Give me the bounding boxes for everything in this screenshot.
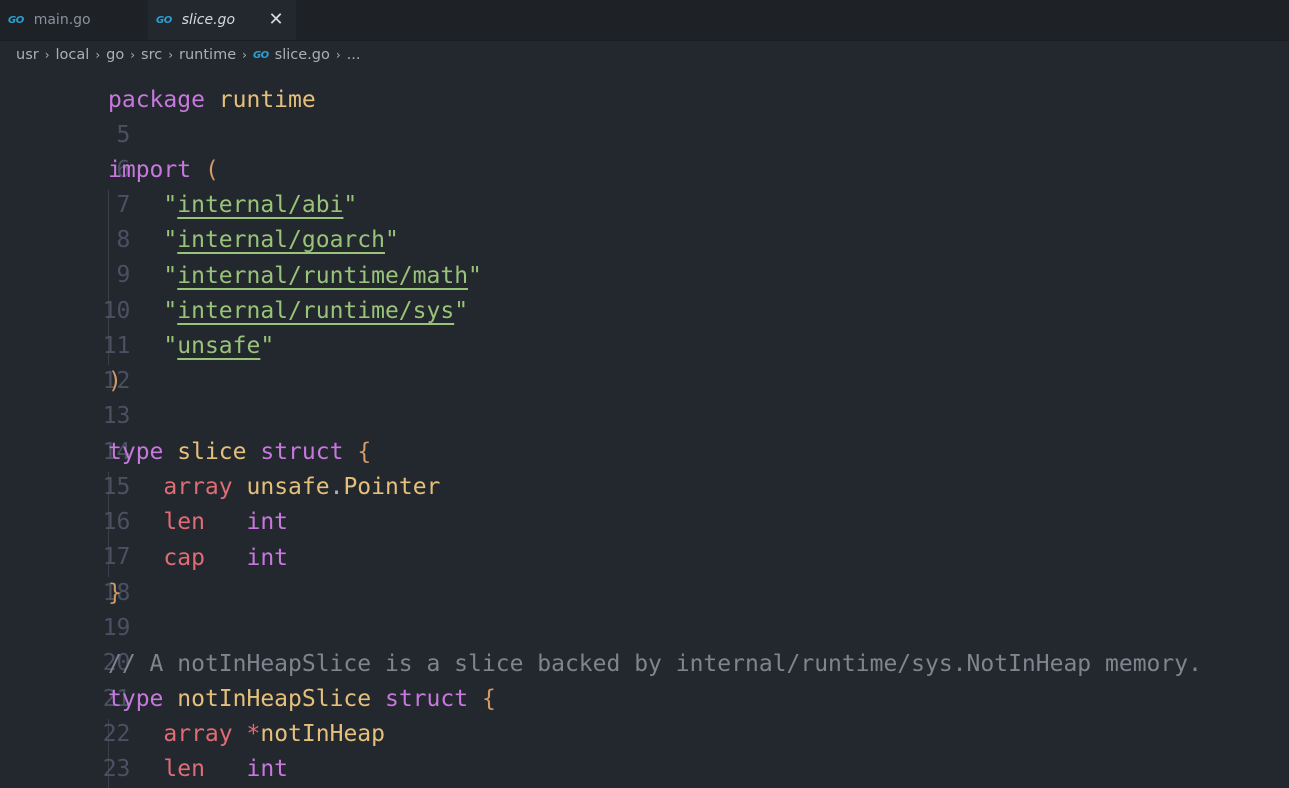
breadcrumb-item-file[interactable]: slice.go	[275, 47, 330, 63]
type-ref[interactable]: notInHeap	[260, 721, 385, 747]
code-line: 22 type notInHeapSlice struct {	[0, 682, 1289, 747]
code-line: 10 "internal/runtime/math"	[0, 259, 1289, 324]
field-name: len	[163, 509, 205, 535]
import-path[interactable]: internal/goarch	[177, 227, 385, 253]
code-line: 8 "internal/abi"	[0, 188, 1289, 253]
go-file-icon: GO	[8, 14, 24, 26]
type-ref[interactable]: Pointer	[343, 474, 440, 500]
chevron-right-icon: ›	[44, 48, 50, 62]
chevron-right-icon: ›	[130, 48, 136, 62]
code-line: 17 len int	[0, 505, 1289, 570]
tab-slice-go[interactable]: GO slice.go ✕	[148, 0, 296, 40]
keyword: type	[108, 439, 164, 465]
code-line: 18 cap int	[0, 541, 1289, 606]
paren: (	[204, 157, 219, 183]
code-line: 24 len int	[0, 752, 1289, 787]
tab-bar: GO main.go GO slice.go ✕	[0, 0, 1289, 41]
keyword: package	[108, 87, 205, 113]
code-line: 7 import (	[0, 153, 1289, 218]
field-name: cap	[163, 545, 205, 571]
chevron-right-icon: ›	[335, 48, 341, 62]
chevron-right-icon: ›	[242, 48, 247, 62]
import-path[interactable]: unsafe	[177, 333, 260, 359]
keyword: struct	[260, 439, 344, 465]
tab-label: main.go	[33, 12, 91, 28]
breadcrumb-item-go[interactable]: go	[106, 47, 124, 63]
code-line: 16 array unsafe.Pointer	[0, 470, 1289, 535]
breadcrumb-item-usr[interactable]: usr	[16, 47, 39, 63]
code-line: 9 "internal/goarch"	[0, 223, 1289, 288]
code-line: 12 "unsafe"	[0, 329, 1289, 394]
keyword: struct	[384, 686, 469, 712]
breadcrumb-item-runtime[interactable]: runtime	[179, 47, 236, 63]
code-line: 21 // A notInHeapSlice is a slice backed…	[0, 647, 1289, 712]
code-line: 5 package runtime	[0, 83, 1289, 148]
code-editor[interactable]: 5 package runtime 6 7 import ( 8 "intern…	[0, 69, 1289, 788]
package-ref[interactable]: unsafe	[247, 474, 330, 500]
paren: )	[108, 368, 122, 394]
field-name: array	[163, 474, 233, 500]
breadcrumb: usr › local › go › src › runtime › GO sl…	[0, 41, 1289, 69]
code-line: 20	[0, 611, 1289, 676]
breadcrumb-item-src[interactable]: src	[141, 47, 162, 63]
code-line: 11 "internal/runtime/sys"	[0, 294, 1289, 359]
tab-main-go[interactable]: GO main.go	[0, 0, 148, 40]
type-ref: int	[246, 545, 289, 571]
package-name: runtime	[218, 87, 316, 113]
go-file-icon: GO	[252, 49, 269, 61]
import-path[interactable]: internal/abi	[177, 192, 343, 218]
type-name[interactable]: notInHeapSlice	[177, 686, 371, 712]
type-ref: int	[246, 509, 289, 535]
code-line: 13 )	[0, 364, 1289, 429]
go-file-icon: GO	[156, 14, 172, 26]
type-ref: int	[246, 756, 289, 782]
chevron-right-icon: ›	[95, 48, 101, 62]
type-name[interactable]: slice	[177, 439, 246, 465]
field-name: len	[163, 756, 205, 782]
pointer-star: *	[246, 721, 261, 747]
breadcrumb-item-local[interactable]: local	[56, 47, 90, 63]
field-name: array	[163, 721, 233, 747]
brace: {	[357, 439, 372, 465]
code-line: 14	[0, 400, 1289, 465]
code-line: 23 array *notInHeap	[0, 717, 1289, 782]
brace: }	[108, 580, 122, 606]
comment: // A notInHeapSlice is a slice backed by…	[108, 651, 1202, 677]
brace: {	[481, 686, 496, 712]
code-line: 6	[0, 118, 1289, 183]
keyword: import	[108, 157, 192, 183]
breadcrumb-item-symbols[interactable]: ...	[347, 47, 361, 63]
tab-label: slice.go	[181, 12, 236, 28]
code-line: 19 }	[0, 576, 1289, 641]
chevron-right-icon: ›	[168, 48, 174, 62]
close-icon[interactable]: ✕	[266, 9, 286, 30]
code-line: 15 type slice struct {	[0, 435, 1289, 500]
keyword: type	[108, 686, 164, 712]
import-path[interactable]: internal/runtime/math	[177, 263, 468, 289]
import-path[interactable]: internal/runtime/sys	[177, 298, 454, 324]
